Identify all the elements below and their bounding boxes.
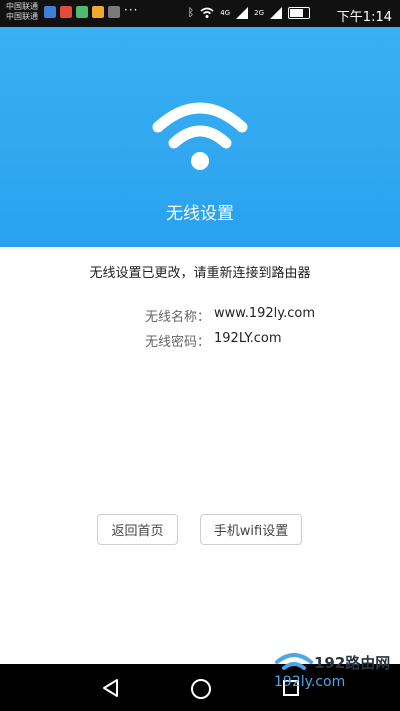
page-title: 无线设置 <box>166 204 234 224</box>
watermark-url: 192ly.com <box>274 674 346 690</box>
back-to-home-button[interactable]: 返回首页 <box>97 514 178 545</box>
watermark-brand: 192路由网 <box>314 654 391 672</box>
app-notification-icon <box>92 6 104 18</box>
phone-wifi-settings-button[interactable]: 手机wifi设置 <box>200 514 302 545</box>
wifi-icon <box>152 102 248 170</box>
battery-level <box>290 9 303 17</box>
system-icons: ᛒ 4G 2G <box>188 6 310 20</box>
wifi-name-label: 无线名称： <box>144 310 210 325</box>
carrier-2: 中国联通 <box>6 12 38 21</box>
signal-bars-icon-2 <box>270 7 282 19</box>
carrier-labels: 中国联通 中国联通 <box>6 2 38 22</box>
lock-notification-icon <box>108 6 120 18</box>
home-icon[interactable] <box>191 679 211 699</box>
signal-bars-icon <box>236 7 249 19</box>
back-icon[interactable] <box>101 678 121 698</box>
header-banner: 无线设置 <box>0 27 400 247</box>
app-notification-icon <box>44 6 56 18</box>
status-message: 无线设置已更改，请重新连接到路由器 <box>89 266 311 281</box>
bluetooth-icon: ᛒ <box>187 6 195 19</box>
wifi-password-value: 192LY.com <box>214 331 282 346</box>
watermark: 192路由网 192ly.com <box>268 650 396 694</box>
notification-icons <box>44 6 120 18</box>
status-clock: 下午1:14 <box>336 10 392 25</box>
app-notification-icon <box>60 6 72 18</box>
status-bar: 中国联通 中国联通 ··· ᛒ 4G 2G 下午1:14 <box>0 0 400 27</box>
wifi-name-value: www.192ly.com <box>214 306 315 321</box>
app-notification-icon <box>76 6 88 18</box>
signal-2g-label: 2G <box>254 9 264 17</box>
wifi-password-label: 无线密码： <box>144 335 210 350</box>
more-notifications-indicator: ··· <box>124 3 139 17</box>
battery-icon <box>288 7 310 19</box>
carrier-1: 中国联通 <box>6 2 38 11</box>
signal-4g-label: 4G <box>220 9 231 17</box>
wifi-status-icon <box>200 7 214 18</box>
